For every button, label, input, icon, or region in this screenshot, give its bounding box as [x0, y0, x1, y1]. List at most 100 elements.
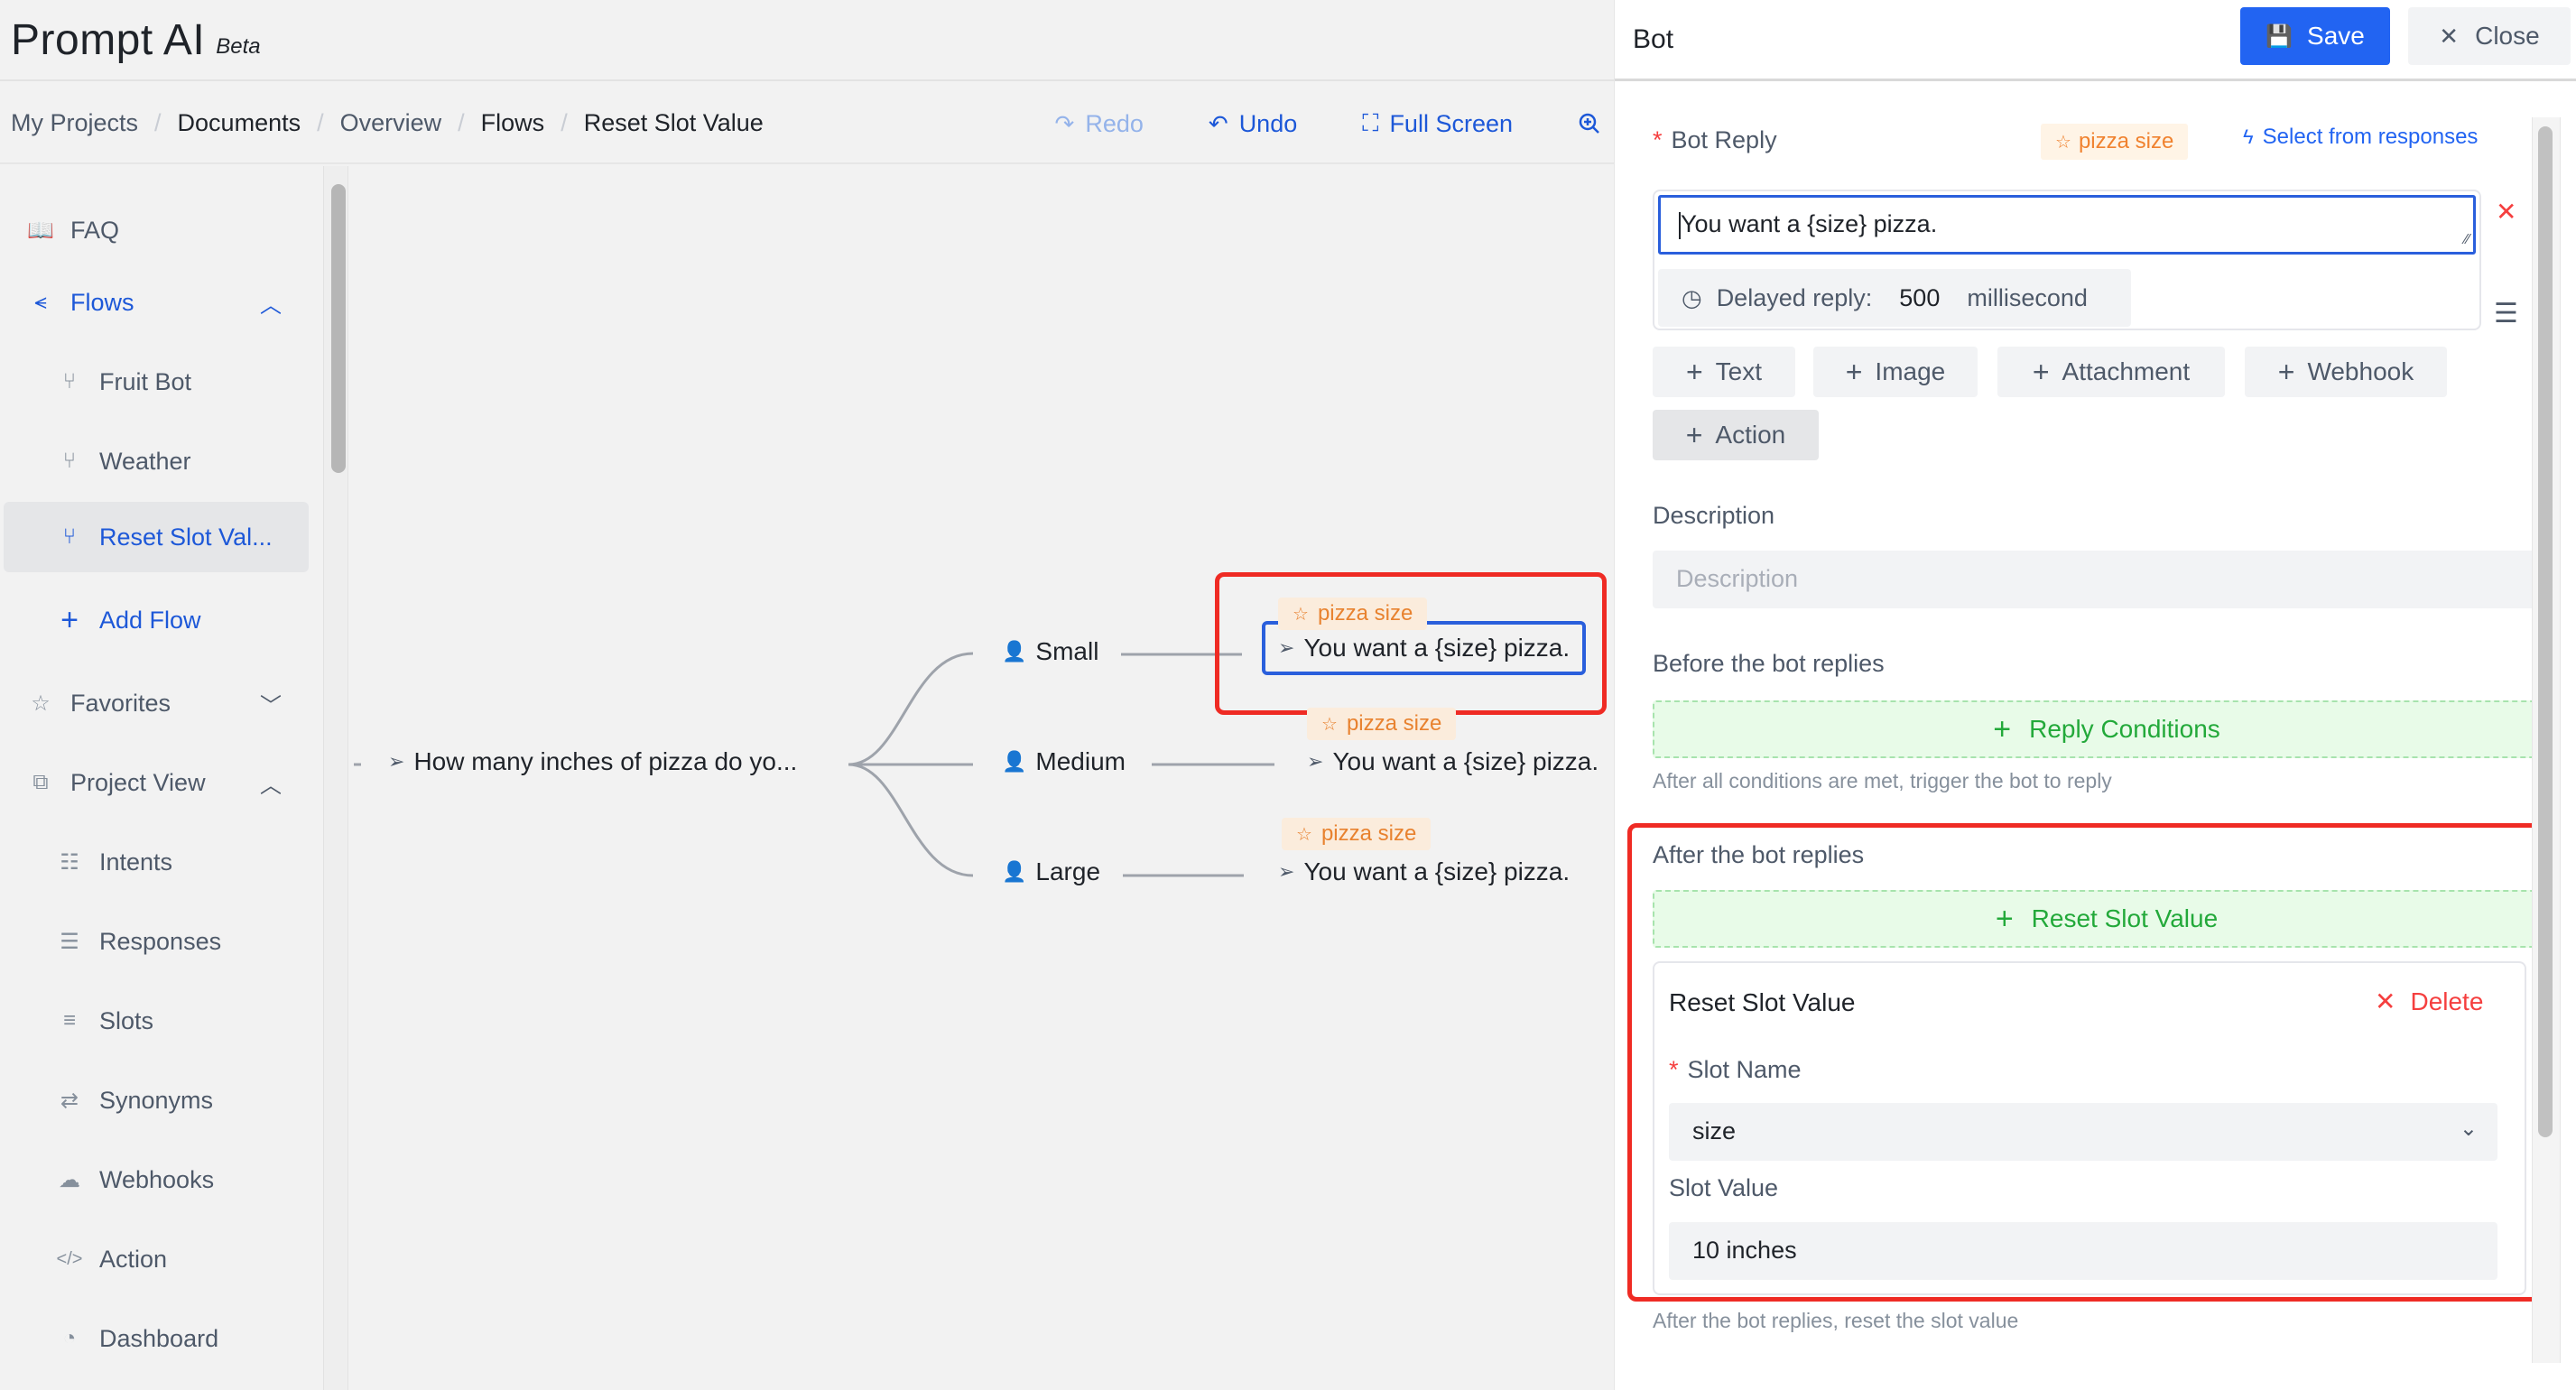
breadcrumb-overview[interactable]: Overview: [340, 109, 442, 137]
sidebar-item-dashboard[interactable]: ◔ Dashboard: [4, 1302, 309, 1376]
code-icon: </>: [56, 1248, 83, 1269]
user-icon: 👤: [1002, 640, 1027, 663]
before-bot-replies-label: Before the bot replies: [1653, 650, 1885, 677]
add-action-button[interactable]: + Action: [1653, 410, 1819, 460]
panel-scrollbar-thumb[interactable]: [2538, 126, 2553, 1137]
add-flow-button[interactable]: + Add Flow: [4, 583, 309, 657]
sidebar-item-synonyms[interactable]: ⇄ Synonyms: [4, 1063, 309, 1137]
sidebar-scrollbar-thumb[interactable]: [331, 184, 346, 473]
breadcrumb-flows[interactable]: Flows: [481, 109, 545, 137]
description-textarea[interactable]: Description ⁄⁄: [1653, 551, 2561, 608]
panel-title: Bot: [1633, 23, 1674, 54]
sidebar-scrollbar[interactable]: [323, 166, 348, 1390]
tag-label: pizza size: [1317, 601, 1413, 626]
sidebar-item-intents[interactable]: ☷ Intents: [4, 825, 309, 899]
save-label: Save: [2307, 22, 2365, 50]
redo-button[interactable]: ↷ Redo: [1055, 110, 1144, 138]
user-icon: 👤: [1002, 750, 1027, 773]
add-attachment-label: Attachment: [2062, 357, 2191, 385]
bot-reply-node-medium[interactable]: ➢ You want a {size} pizza.: [1307, 747, 1598, 776]
tag-label: pizza size: [2078, 129, 2174, 153]
breadcrumb-documents[interactable]: Documents: [178, 109, 301, 137]
sidebar-item-favorites[interactable]: ☆ Favorites ﹀: [4, 666, 309, 740]
intents-icon: ☷: [60, 849, 79, 875]
sidebar-item-label: Flows: [70, 288, 134, 316]
delayed-reply-unit: millisecond: [1967, 283, 2088, 311]
bot-reply-node-large[interactable]: ➢ You want a {size} pizza.: [1278, 857, 1570, 886]
drag-handle-icon[interactable]: ☰: [2494, 298, 2518, 329]
slots-icon: ≡: [62, 1008, 76, 1033]
user-node-small[interactable]: 👤 Small: [1002, 637, 1098, 666]
chevron-up-icon[interactable]: ︿: [260, 287, 282, 319]
flow-edges: [354, 652, 1274, 877]
undo-icon: ↶: [1208, 109, 1228, 137]
add-attachment-button[interactable]: + Attachment: [1997, 347, 2225, 397]
sidebar-item-responses[interactable]: ☰ Responses: [4, 904, 309, 978]
sidebar-item-label: Webhooks: [99, 1165, 215, 1193]
app-root: Prompt AI Beta My Projects / Documents /…: [0, 0, 2576, 1390]
sidebar-item-label: FAQ: [70, 216, 120, 244]
top-header: Prompt AI Beta: [0, 0, 1614, 81]
plus-icon: +: [1993, 711, 2012, 746]
redo-label: Redo: [1085, 109, 1144, 137]
add-reply-conditions-button[interactable]: + Reply Conditions: [1653, 700, 2561, 758]
bot-reply-slot-tag[interactable]: ☆ pizza size: [2041, 124, 2189, 160]
resize-grip-icon[interactable]: ⁄⁄: [2465, 232, 2469, 248]
select-from-responses-link[interactable]: ϟ Select from responses: [2243, 125, 2478, 150]
redo-icon: ↷: [1054, 109, 1075, 137]
remove-reply-icon[interactable]: ✕: [2496, 197, 2516, 227]
sidebar-item-fruit-bot[interactable]: ⑂ Fruit Bot: [4, 345, 309, 419]
node-label: Medium: [1035, 747, 1126, 775]
sidebar-item-faq[interactable]: 📖 FAQ: [4, 193, 309, 267]
send-icon: ➢: [1307, 750, 1324, 773]
save-button[interactable]: 💾 Save: [2240, 7, 2390, 65]
sidebar-item-webhooks[interactable]: ☁ Webhooks: [4, 1143, 309, 1217]
bot-reply-textarea[interactable]: You want a {size} pizza. ⁄⁄: [1658, 195, 2476, 255]
panel-scrollbar[interactable]: [2532, 117, 2561, 1363]
fullscreen-label: Full Screen: [1389, 109, 1513, 137]
root-bot-node[interactable]: ➢ How many inches of pizza do yo...: [388, 747, 797, 776]
add-image-button[interactable]: + Image: [1813, 347, 1978, 397]
sidebar-item-project-view[interactable]: ⧉ Project View ︿: [4, 746, 309, 820]
clock-icon: ◷: [1682, 283, 1702, 311]
bot-reply-label: * Bot Reply: [1653, 126, 1777, 154]
sidebar-item-flows[interactable]: ⪪ Flows ︿: [4, 265, 309, 339]
chevron-down-icon[interactable]: ﹀: [260, 688, 282, 719]
user-node-medium[interactable]: 👤 Medium: [1002, 747, 1126, 776]
sidebar-item-reset-slot-value[interactable]: ⑂ Reset Slot Val...: [4, 502, 309, 572]
sidebar-item-action[interactable]: </> Action: [4, 1222, 309, 1296]
add-text-button[interactable]: + Text: [1653, 347, 1795, 397]
undo-button[interactable]: ↶ Undo: [1209, 110, 1297, 138]
lightning-icon: ϟ: [2243, 125, 2254, 148]
delayed-reply-field[interactable]: ◷ Delayed reply: 500 millisecond: [1658, 269, 2131, 327]
after-help-text: After the bot replies, reset the slot va…: [1653, 1309, 2019, 1332]
branch-icon: ⑂: [62, 524, 77, 549]
breadcrumb-my-projects[interactable]: My Projects: [11, 109, 138, 137]
sidebar-item-label: Action: [99, 1245, 168, 1273]
fullscreen-button[interactable]: ⛶ Full Screen: [1362, 109, 1513, 138]
breadcrumb-separator: /: [458, 108, 465, 136]
slot-tag-large: ☆ pizza size: [1282, 818, 1432, 850]
sidebar-item-weather[interactable]: ⑂ Weather: [4, 424, 309, 498]
sidebar-item-slots[interactable]: ≡ Slots: [4, 984, 309, 1058]
user-node-large[interactable]: 👤 Large: [1002, 857, 1100, 886]
add-webhook-button[interactable]: + Webhook: [2245, 347, 2447, 397]
edge-root-small: [848, 652, 974, 766]
sidebar-item-label: Synonyms: [99, 1086, 214, 1114]
edge-root-large: [848, 763, 974, 877]
close-icon: ✕: [2439, 22, 2460, 50]
chevron-up-icon[interactable]: ︿: [260, 767, 282, 799]
description-label: Description: [1653, 502, 1775, 529]
star-icon: ☆: [2055, 132, 2071, 153]
delayed-reply-value[interactable]: 500: [1899, 284, 1940, 312]
sidebar-item-label: Project View: [70, 768, 206, 796]
puzzle-icon: ⧉: [32, 770, 49, 794]
flow-canvas[interactable]: ➢ How many inches of pizza do yo... 👤 Sm…: [350, 166, 1614, 1390]
close-button[interactable]: ✕ Close: [2408, 7, 2571, 65]
responses-icon: ☰: [60, 929, 79, 954]
breadcrumb-bar: My Projects / Documents / Overview / Flo…: [0, 83, 1614, 164]
node-label: You want a {size} pizza.: [1303, 634, 1571, 662]
sidebar-item-label: Slots: [99, 1006, 154, 1034]
zoom-in-button[interactable]: [1578, 112, 1601, 135]
node-label: Small: [1035, 637, 1099, 665]
